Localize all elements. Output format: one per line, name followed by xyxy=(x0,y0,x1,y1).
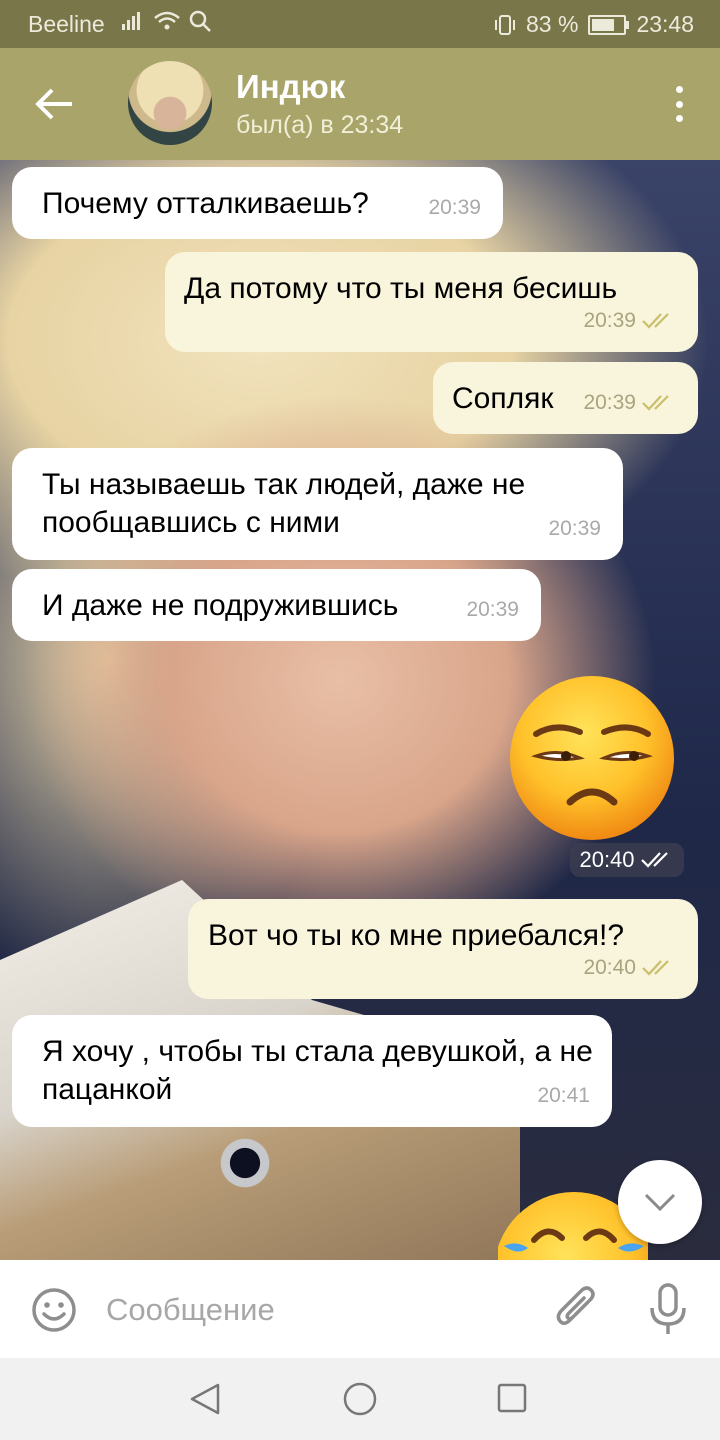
avatar[interactable] xyxy=(128,61,212,145)
message-time: 20:39 xyxy=(466,598,519,621)
message-input[interactable] xyxy=(104,1284,528,1336)
signal-icon xyxy=(122,12,140,30)
search-icon xyxy=(189,10,211,32)
message-outgoing[interactable]: Да потому что ты меня бесишь 20:39 xyxy=(165,252,698,352)
clock: 23:48 xyxy=(636,11,694,37)
status-right: 83 % 23:48 xyxy=(494,11,694,38)
message-time: 20:39 xyxy=(583,391,636,414)
status-icons xyxy=(120,9,212,33)
double-check-icon xyxy=(640,852,668,868)
message-time: 20:40 xyxy=(583,956,636,979)
message-incoming[interactable]: Я хочу , чтобы ты стала девушкой, а не п… xyxy=(12,1015,612,1127)
microphone-icon xyxy=(650,1283,686,1334)
back-arrow-icon xyxy=(35,88,72,120)
scroll-to-bottom-button[interactable] xyxy=(618,1160,702,1244)
message-outgoing[interactable]: Сопляк 20:39 xyxy=(433,362,698,434)
paperclip-icon xyxy=(556,1286,595,1325)
unamused-face-emoji[interactable] xyxy=(506,674,678,842)
double-check-icon xyxy=(642,395,669,411)
message-text: Я хочу , чтобы ты стала девушкой, а не п… xyxy=(42,1035,593,1106)
message-incoming[interactable]: Почему отталкиваешь? 20:39 xyxy=(12,167,503,239)
last-seen-status: был(а) в 23:34 xyxy=(236,111,404,139)
double-check-icon xyxy=(642,313,669,329)
message-time: 20:40 xyxy=(579,847,635,872)
more-options-button[interactable] xyxy=(672,86,686,122)
battery-icon xyxy=(588,14,630,35)
emoji-button[interactable] xyxy=(30,1286,78,1334)
battery-percent: 83 % xyxy=(526,11,579,37)
chat-header: Индюк был(а) в 23:34 xyxy=(0,48,720,160)
nav-home-icon[interactable] xyxy=(342,1381,378,1417)
more-vert-icon xyxy=(675,86,683,93)
message-incoming[interactable]: Ты называешь так людей, даже не пообщавш… xyxy=(12,448,623,560)
back-button[interactable] xyxy=(30,82,80,126)
emoji-icon xyxy=(32,1288,76,1332)
double-check-icon xyxy=(642,960,669,976)
message-time: 20:39 xyxy=(583,309,636,332)
vibrate-icon xyxy=(495,14,515,35)
system-nav-bar xyxy=(0,1358,720,1440)
message-time: 20:39 xyxy=(548,517,601,540)
nav-recent-icon[interactable] xyxy=(496,1382,528,1414)
emoji-timestamp: 20:40 xyxy=(570,843,684,877)
message-text: Ты называешь так людей, даже не пообщавш… xyxy=(42,468,526,539)
message-time: 20:39 xyxy=(428,196,481,219)
message-time: 20:41 xyxy=(537,1084,590,1107)
chat-title[interactable]: Индюк xyxy=(236,68,345,106)
battery-fill xyxy=(592,18,615,31)
message-incoming[interactable]: И даже не подружившись 20:39 xyxy=(12,569,541,641)
microphone-button[interactable] xyxy=(648,1282,688,1336)
message-composer xyxy=(0,1260,720,1358)
wifi-icon xyxy=(154,11,180,30)
chevron-down-icon xyxy=(644,1193,676,1212)
attach-button[interactable] xyxy=(554,1284,600,1334)
message-outgoing[interactable]: Вот чо ты ко мне приебался!? 20:40 xyxy=(188,899,698,999)
carrier-name: Beeline xyxy=(28,11,105,37)
nav-back-icon[interactable] xyxy=(188,1382,222,1416)
status-bar: Beeline 83 % 23:48 xyxy=(0,0,720,48)
